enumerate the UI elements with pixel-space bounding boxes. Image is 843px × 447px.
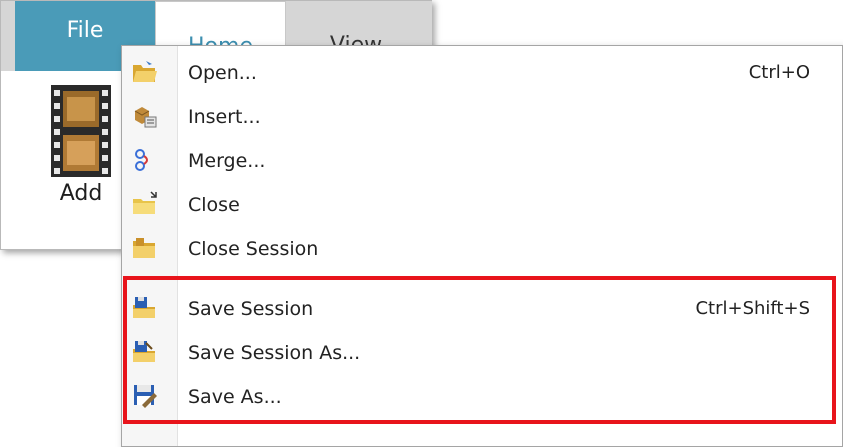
merge-icon [135,149,148,171]
menu-label: Insert... [188,106,261,128]
close-session-icon [133,238,155,258]
menu-label: Merge... [188,150,266,172]
insert-icon [134,107,157,128]
open-folder-icon [133,61,157,82]
menu-item-merge[interactable]: Merge... [122,139,842,183]
menu-label: Close [188,194,240,216]
highlight-box [123,276,836,424]
menu-shortcut: Ctrl+O [748,62,810,83]
menu-item-close[interactable]: Close [122,183,842,227]
menu-item-open[interactable]: Open... Ctrl+O [122,51,842,95]
add-label: Add [59,181,103,206]
add-button[interactable]: Add [41,81,131,221]
menu-label: Close Session [188,238,319,260]
menu-label: Open... [188,62,257,84]
film-strip-icon [51,85,111,177]
menu-item-close-session[interactable]: Close Session [122,227,842,271]
menu-item-insert[interactable]: Insert... [122,95,842,139]
close-folder-icon [133,191,157,214]
